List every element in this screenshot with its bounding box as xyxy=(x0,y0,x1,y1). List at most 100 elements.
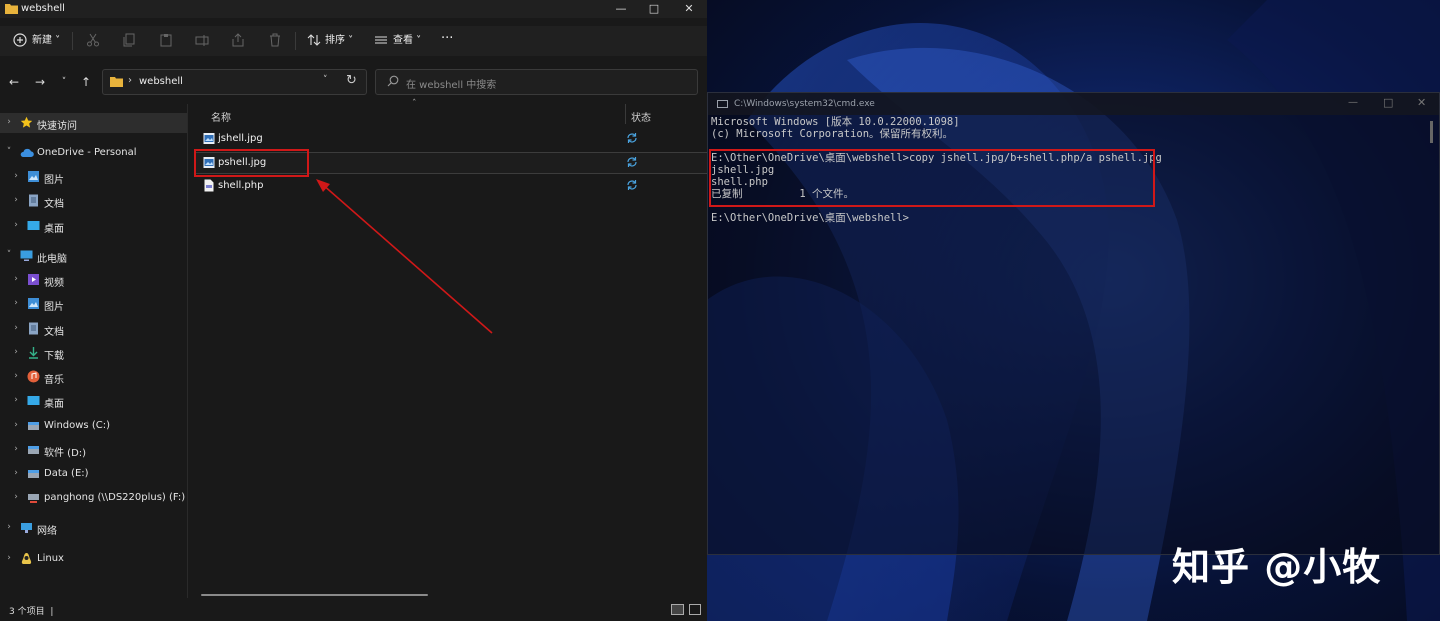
collapse-chevron-icon[interactable]: › xyxy=(4,553,14,563)
pc-icon xyxy=(20,249,33,262)
collapse-chevron-icon[interactable]: › xyxy=(11,347,21,357)
copy-icon[interactable] xyxy=(122,33,138,49)
back-arrow-icon[interactable]: ← xyxy=(6,74,22,90)
sidebar-item[interactable]: › 软件 (D:) xyxy=(0,440,187,460)
share-icon[interactable] xyxy=(231,33,247,49)
sidebar-item[interactable]: › 音乐 xyxy=(0,367,187,387)
download-icon xyxy=(27,346,40,359)
cut-icon[interactable] xyxy=(86,33,102,49)
cmd-minimize-button[interactable]: — xyxy=(1348,97,1358,108)
sidebar-item[interactable]: › 文档 xyxy=(0,191,187,211)
view-icon xyxy=(374,33,390,49)
file-name: jshell.jpg xyxy=(218,133,263,144)
maximize-button[interactable]: □ xyxy=(637,0,671,18)
sidebar-item[interactable]: › 图片 xyxy=(0,294,187,314)
address-bar[interactable]: › webshell ˅ ↻ xyxy=(102,69,367,95)
sidebar-item[interactable]: › 快速访问 xyxy=(0,113,187,133)
highlight-box-command xyxy=(709,149,1155,207)
cmd-icon xyxy=(717,100,728,108)
sidebar-item-label: 下载 xyxy=(44,351,64,362)
delete-icon[interactable] xyxy=(268,33,284,49)
horizontal-scrollbar[interactable] xyxy=(201,594,428,596)
collapse-chevron-icon[interactable]: › xyxy=(4,522,14,532)
large-icons-view-icon[interactable] xyxy=(689,604,701,615)
documents-icon xyxy=(27,194,40,207)
collapse-chevron-icon[interactable]: › xyxy=(11,395,21,405)
collapse-chevron-icon[interactable]: › xyxy=(11,171,21,181)
collapse-chevron-icon[interactable]: › xyxy=(11,323,21,333)
pictures-icon xyxy=(27,297,40,310)
sync-status-icon xyxy=(626,156,638,168)
videos-icon xyxy=(27,273,40,286)
sidebar-item-label: 桌面 xyxy=(44,399,64,410)
pictures-icon xyxy=(27,170,40,183)
more-options-button[interactable]: ··· xyxy=(441,30,453,48)
sidebar-item[interactable]: › 文档 xyxy=(0,319,187,339)
sidebar-item[interactable]: › Windows (C:) xyxy=(0,416,187,436)
desktop-icon xyxy=(27,219,40,232)
breadcrumb[interactable]: webshell xyxy=(139,76,183,87)
address-dropdown-icon[interactable]: ˅ xyxy=(323,75,328,85)
sidebar-item[interactable]: › 网络 xyxy=(0,518,187,538)
sidebar-item[interactable]: › 桌面 xyxy=(0,391,187,411)
collapse-chevron-icon[interactable]: › xyxy=(11,444,21,454)
cmd-scrollbar[interactable] xyxy=(1430,121,1433,143)
folder-icon xyxy=(110,76,123,87)
collapse-chevron-icon[interactable]: › xyxy=(11,420,21,430)
new-button[interactable]: 新建 ˅ xyxy=(32,32,60,50)
sidebar-item[interactable]: › 图片 xyxy=(0,167,187,187)
sidebar-item-label: 桌面 xyxy=(44,224,64,235)
sidebar-item-label: 视频 xyxy=(44,278,64,289)
star-icon xyxy=(20,116,33,129)
sidebar-item[interactable]: › Linux xyxy=(0,549,187,569)
minimize-button[interactable]: — xyxy=(604,0,638,18)
sidebar-item-label: 网络 xyxy=(37,526,57,537)
rename-icon[interactable] xyxy=(195,33,211,49)
refresh-icon[interactable]: ↻ xyxy=(346,73,357,88)
collapse-chevron-icon[interactable]: › xyxy=(11,492,21,502)
expand-chevron-icon[interactable]: ˅ xyxy=(4,147,14,157)
image-file-icon xyxy=(203,132,215,145)
view-button[interactable]: 查看 ˅ xyxy=(393,32,421,50)
cmd-maximize-button[interactable]: □ xyxy=(1383,96,1393,109)
file-row[interactable]: jshell.jpg xyxy=(196,129,707,149)
collapse-chevron-icon[interactable]: › xyxy=(11,220,21,230)
drive-icon xyxy=(27,467,40,480)
sidebar-item-label: 快速访问 xyxy=(37,121,77,132)
sort-button[interactable]: 排序 ˅ xyxy=(325,32,353,50)
sidebar-item-label: Data (E:) xyxy=(44,468,89,479)
up-arrow-icon[interactable]: ↑ xyxy=(78,74,94,90)
forward-arrow-icon[interactable]: → xyxy=(32,74,48,90)
expand-chevron-icon[interactable]: ˅ xyxy=(4,250,14,260)
cmd-close-button[interactable]: ✕ xyxy=(1417,96,1426,109)
sidebar-item-label: 文档 xyxy=(44,199,64,210)
sidebar-item[interactable]: › 视频 xyxy=(0,270,187,290)
details-view-icon[interactable] xyxy=(671,604,684,615)
sidebar-item-label: Linux xyxy=(37,553,64,564)
sidebar-item[interactable]: ˅ 此电脑 xyxy=(0,246,187,266)
sort-icon xyxy=(307,33,323,49)
sidebar-item[interactable]: › 桌面 xyxy=(0,216,187,236)
collapse-chevron-icon[interactable]: › xyxy=(4,117,14,127)
search-input[interactable]: 在 webshell 中搜索 xyxy=(375,69,698,95)
close-button[interactable]: ✕ xyxy=(672,0,706,18)
sidebar-item[interactable]: › 下载 xyxy=(0,343,187,363)
collapse-chevron-icon[interactable]: › xyxy=(11,371,21,381)
collapse-chevron-icon[interactable]: › xyxy=(11,274,21,284)
sidebar-item[interactable]: › Data (E:) xyxy=(0,464,187,484)
breadcrumb-chevron-icon: › xyxy=(128,75,132,86)
sidebar-item[interactable]: ˅ OneDrive - Personal xyxy=(0,143,187,163)
column-header-status[interactable]: 状态 xyxy=(631,109,651,124)
column-header-name[interactable]: 名称 xyxy=(211,109,231,124)
collapse-chevron-icon[interactable]: › xyxy=(11,298,21,308)
explorer-titlebar: webshell — □ ✕ xyxy=(0,0,707,18)
cmd-titlebar: C:\Windows\system32\cmd.exe — □ ✕ xyxy=(708,93,1439,115)
collapse-chevron-icon[interactable]: › xyxy=(11,468,21,478)
sidebar-item-label: panghong (\\DS220plus) (F:) xyxy=(44,492,186,503)
recent-locations-chevron-icon[interactable]: ˅ xyxy=(56,74,72,90)
cmd-line: (c) Microsoft Corporation。保留所有权利。 xyxy=(711,128,954,140)
sidebar-item[interactable]: › panghong (\\DS220plus) (F:) xyxy=(0,488,187,508)
collapse-chevron-icon[interactable]: › xyxy=(11,195,21,205)
music-icon xyxy=(27,370,40,383)
paste-icon[interactable] xyxy=(159,33,175,49)
